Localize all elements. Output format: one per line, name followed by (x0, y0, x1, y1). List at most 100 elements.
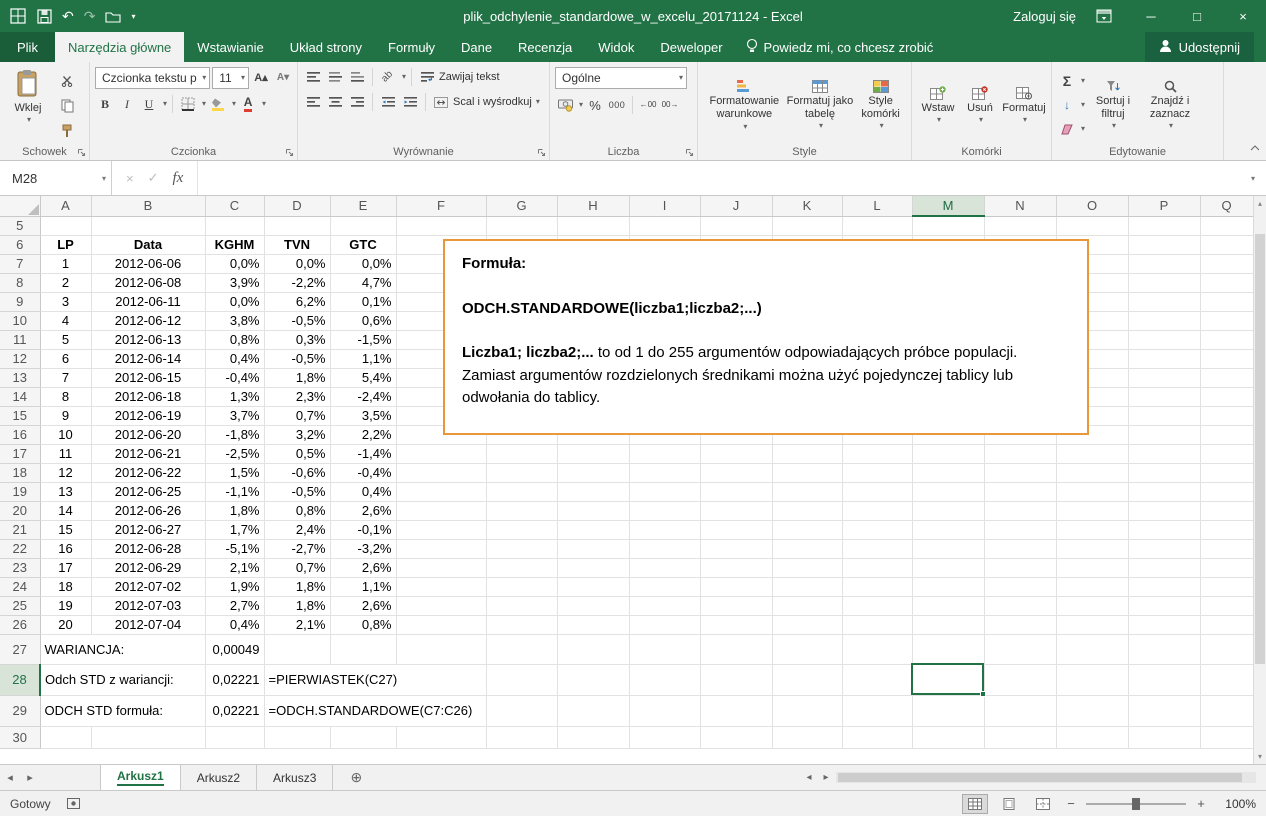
sheet-tab-arkusz2[interactable]: Arkusz2 (181, 765, 257, 790)
cell-H28[interactable] (557, 664, 629, 695)
cell-L30[interactable] (842, 726, 912, 748)
cell-O22[interactable] (1056, 539, 1128, 558)
cell-L26[interactable] (842, 615, 912, 634)
cell-L23[interactable] (842, 558, 912, 577)
expand-formula-bar-button[interactable]: ▾ (1240, 161, 1266, 195)
cell-J18[interactable] (700, 463, 772, 482)
cell-styles-button[interactable]: Style komórki ▾ (855, 80, 907, 130)
cell-D25[interactable]: 1,8% (264, 596, 330, 615)
cell-F17[interactable] (396, 444, 486, 463)
cell-D5[interactable] (264, 216, 330, 235)
cell-N27[interactable] (984, 634, 1056, 664)
cell-G24[interactable] (486, 577, 557, 596)
sign-in-link[interactable]: Zaloguj się (1013, 9, 1076, 24)
cell-D17[interactable]: 0,5% (264, 444, 330, 463)
cell-B9[interactable]: 2012-06-11 (91, 292, 205, 311)
row-header-21[interactable]: 21 (0, 520, 40, 539)
cell-B13[interactable]: 2012-06-15 (91, 368, 205, 387)
cell-C23[interactable]: 2,1% (205, 558, 264, 577)
merge-center-label[interactable]: Scal i wyśrodkuj (453, 96, 532, 108)
row-header-18[interactable]: 18 (0, 463, 40, 482)
cell-I20[interactable] (629, 501, 700, 520)
cut-button[interactable] (57, 71, 77, 91)
cell-A20[interactable]: 14 (40, 501, 91, 520)
cell-O5[interactable] (1056, 216, 1128, 235)
cell-K28[interactable] (772, 664, 842, 695)
cell-Q10[interactable] (1200, 311, 1253, 330)
cell-C11[interactable]: 0,8% (205, 330, 264, 349)
cell-B25[interactable]: 2012-07-03 (91, 596, 205, 615)
cell-C20[interactable]: 1,8% (205, 501, 264, 520)
hscroll-left-icon[interactable]: ◂ (802, 772, 816, 783)
cell-E6[interactable]: GTC (330, 235, 396, 254)
cell-G18[interactable] (486, 463, 557, 482)
column-header-I[interactable]: I (629, 196, 700, 216)
orientation-button[interactable]: ab (378, 67, 398, 87)
cell-C18[interactable]: 1,5% (205, 463, 264, 482)
cell-J28[interactable] (700, 664, 772, 695)
cell-M19[interactable] (912, 482, 984, 501)
cell-A12[interactable]: 6 (40, 349, 91, 368)
cell-Q22[interactable] (1200, 539, 1253, 558)
row-header-29[interactable]: 29 (0, 695, 40, 726)
accounting-dropdown-icon[interactable]: ▾ (579, 101, 583, 109)
cell-H5[interactable] (557, 216, 629, 235)
cell-P8[interactable] (1128, 273, 1200, 292)
cell-I26[interactable] (629, 615, 700, 634)
align-left-button[interactable] (303, 92, 323, 112)
zoom-level-label[interactable]: 100% (1216, 797, 1256, 811)
cell-D15[interactable]: 0,7% (264, 406, 330, 425)
cell-C7[interactable]: 0,0% (205, 254, 264, 273)
row-header-20[interactable]: 20 (0, 501, 40, 520)
horizontal-scroll-thumb[interactable] (838, 773, 1242, 782)
cell-L28[interactable] (842, 664, 912, 695)
align-middle-button[interactable] (325, 67, 345, 87)
cell-B23[interactable]: 2012-06-29 (91, 558, 205, 577)
cell-C9[interactable]: 0,0% (205, 292, 264, 311)
row-header-9[interactable]: 9 (0, 292, 40, 311)
customize-quick-access-icon[interactable]: ▾ (131, 12, 135, 21)
cell-O28[interactable] (1056, 664, 1128, 695)
cell-B26[interactable]: 2012-07-04 (91, 615, 205, 634)
cell-A25[interactable]: 19 (40, 596, 91, 615)
cell-C10[interactable]: 3,8% (205, 311, 264, 330)
clipboard-dialog-launcher[interactable] (77, 148, 86, 157)
sort-filter-button[interactable]: Sortuj i filtruj ▾ (1085, 67, 1141, 143)
cell-B19[interactable]: 2012-06-25 (91, 482, 205, 501)
cell-J24[interactable] (700, 577, 772, 596)
cell-J23[interactable] (700, 558, 772, 577)
cell-M21[interactable] (912, 520, 984, 539)
cell-N23[interactable] (984, 558, 1056, 577)
cell-P18[interactable] (1128, 463, 1200, 482)
cell-P23[interactable] (1128, 558, 1200, 577)
cell-D28[interactable]: =PIERWIASTEK(C27) (264, 664, 486, 695)
cell-F19[interactable] (396, 482, 486, 501)
cell-P22[interactable] (1128, 539, 1200, 558)
cell-P10[interactable] (1128, 311, 1200, 330)
cell-E21[interactable]: -0,1% (330, 520, 396, 539)
column-header-A[interactable]: A (40, 196, 91, 216)
cell-Q24[interactable] (1200, 577, 1253, 596)
cell-D6[interactable]: TVN (264, 235, 330, 254)
cell-I23[interactable] (629, 558, 700, 577)
cell-P15[interactable] (1128, 406, 1200, 425)
align-top-button[interactable] (303, 67, 323, 87)
cell-F21[interactable] (396, 520, 486, 539)
font-color-button[interactable]: A (238, 94, 258, 114)
cell-C30[interactable] (205, 726, 264, 748)
cell-P11[interactable] (1128, 330, 1200, 349)
cell-Q14[interactable] (1200, 387, 1253, 406)
tab-deweloper[interactable]: Deweloper (647, 32, 735, 62)
cell-N18[interactable] (984, 463, 1056, 482)
cell-I24[interactable] (629, 577, 700, 596)
selected-cell-outline[interactable] (911, 663, 984, 695)
cell-L5[interactable] (842, 216, 912, 235)
cell-Q15[interactable] (1200, 406, 1253, 425)
column-header-F[interactable]: F (396, 196, 486, 216)
column-header-E[interactable]: E (330, 196, 396, 216)
cell-K5[interactable] (772, 216, 842, 235)
new-sheet-button[interactable]: ⊕ (341, 765, 371, 790)
italic-button[interactable]: I (117, 94, 137, 114)
row-header-22[interactable]: 22 (0, 539, 40, 558)
cell-D11[interactable]: 0,3% (264, 330, 330, 349)
